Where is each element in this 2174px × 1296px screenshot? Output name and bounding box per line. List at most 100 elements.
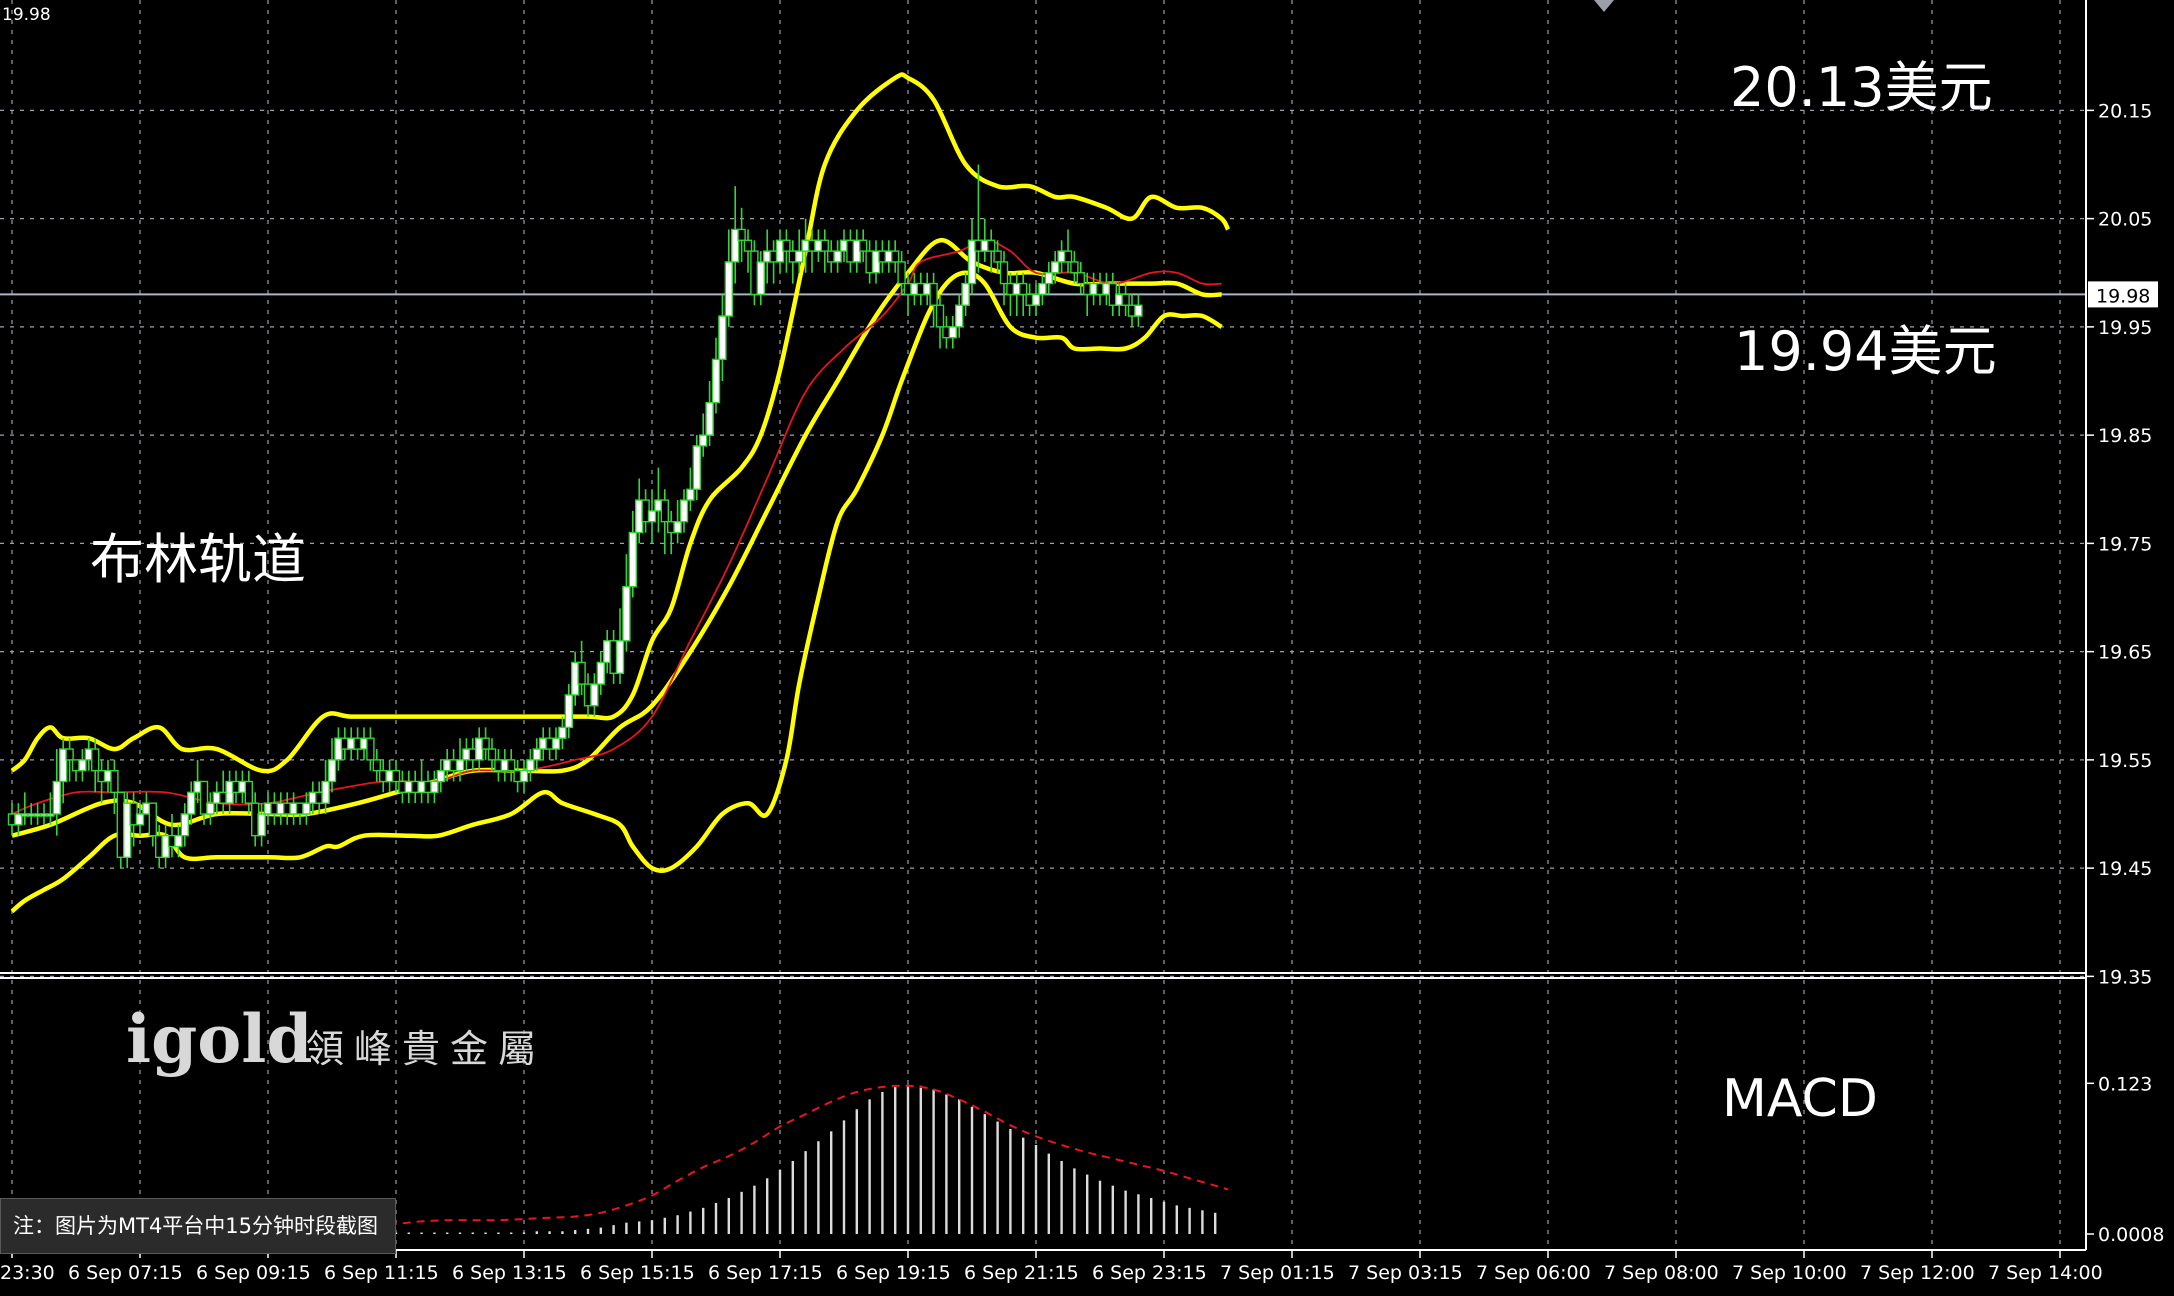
candle-body [1063,250,1073,263]
candle-body [955,304,964,328]
candle-body [724,261,733,317]
candle-body [686,488,695,501]
candle-body [961,282,970,306]
macd-label: MACD [1722,1069,1878,1129]
candle-body [78,759,87,772]
x-tick-label: 6 Sep 13:15 [452,1262,567,1284]
candle-body [551,737,561,750]
watermark-brand: igold [126,1000,312,1078]
y-tick-label: 19.95 [2098,317,2152,339]
x-tick-label: 7 Sep 06:00 [1476,1262,1591,1284]
x-tick-label: 7 Sep 08:00 [1604,1262,1719,1284]
candle-body [558,726,567,739]
candle-body [699,434,708,447]
candle-body [455,759,465,772]
candle-body [1121,293,1130,306]
chart-title: 布林轨道 [90,528,306,591]
candle-body [935,304,945,328]
candle-body [679,499,689,523]
candle-body [673,521,682,534]
y-tick-label: 19.35 [2098,966,2152,988]
candle-body [257,813,266,837]
candle-body [705,401,714,436]
x-tick-label: 7 Sep 01:15 [1220,1262,1335,1284]
candle-body [436,770,445,783]
candle-body [718,315,727,361]
candle-body [174,834,183,848]
candle-body [660,499,669,523]
candle-body [1038,282,1047,296]
candle-body [891,250,900,263]
candle-body [1050,261,1060,274]
x-tick-label: 6 Sep 19:15 [836,1262,951,1284]
candle-body [756,261,765,296]
chart-canvas: 20.15 20.05 19.95 19.85 19.75 19.65 19.55 19.45… [0,0,2174,1296]
x-tick-label: 6 Sep 15:15 [580,1262,695,1284]
candle-body [532,748,541,761]
candle-body [897,261,906,285]
candle-body [820,239,829,252]
candle-body [1076,272,1086,285]
x-tick-label: 6 Sep 21:15 [964,1262,1079,1284]
current-price-label: 19.98 [2096,285,2150,307]
candle-body [186,791,196,815]
candle-body [52,780,61,815]
candle-body [180,813,190,837]
candle-body [564,694,573,729]
y-tick-label: 19.75 [2098,533,2152,555]
candle-body [1134,304,1143,317]
candle-body [737,228,746,241]
candle-body [65,748,74,761]
candle-body [628,531,637,588]
candle-body [507,759,516,772]
candle-body [135,813,145,826]
candle-body [526,759,535,772]
macd-y-tick-label: 0.0008 [2098,1224,2164,1246]
lower-price-annotation: 19.94美元 [1734,320,1997,383]
candle-body [327,759,337,783]
y-tick-label: 19.65 [2098,642,2152,664]
candle-body [519,770,529,783]
y-tick-label: 20.05 [2098,209,2152,231]
candle-body [481,737,490,750]
upper-price-annotation: 20.13美元 [1730,56,1993,119]
x-tick-label: 7 Sep 12:00 [1860,1262,1975,1284]
candle-body [590,683,599,707]
x-tick-label: 7 Sep 10:00 [1732,1262,1847,1284]
candle-body [1031,293,1041,306]
x-tick-label: 7 Sep 03:15 [1348,1262,1463,1284]
watermark-brand-cn: 領峰貴金屬 [306,1027,546,1071]
candle-body [1019,282,1028,296]
candle-body [302,802,311,815]
candle-body [372,759,381,772]
candle-body [622,585,631,642]
candle-body [859,239,868,252]
candle-body [929,282,938,306]
candle-body [987,239,996,252]
candle-body [993,250,1002,263]
candle-body [711,358,721,404]
candle-body [833,250,842,263]
corner-price-label: 19.98 [2,5,51,25]
candle-body [321,780,330,804]
candle-body [596,661,605,685]
candle-body [366,737,375,761]
x-tick-label: 6 Sep 11:15 [324,1262,439,1284]
candle-body [487,748,497,761]
candle-body [948,326,957,339]
x-tick-label: 23:30 [0,1262,55,1284]
x-tick-label: 6 Sep 23:15 [1092,1262,1207,1284]
candle-body [206,802,215,815]
macd-y-tick-label: 0.123 [2098,1073,2152,1095]
candle-body [148,802,158,837]
candle-body [692,445,701,490]
x-tick-label: 6 Sep 07:15 [68,1262,183,1284]
candle-body [110,770,119,794]
y-tick-label: 19.85 [2098,425,2152,447]
y-tick-label: 19.45 [2098,858,2152,880]
candle-body [743,239,753,252]
candle-body [795,250,804,263]
y-tick-label: 20.15 [2098,100,2152,122]
candle-body [1044,272,1054,285]
x-tick-label: 7 Sep 14:00 [1988,1262,2103,1284]
